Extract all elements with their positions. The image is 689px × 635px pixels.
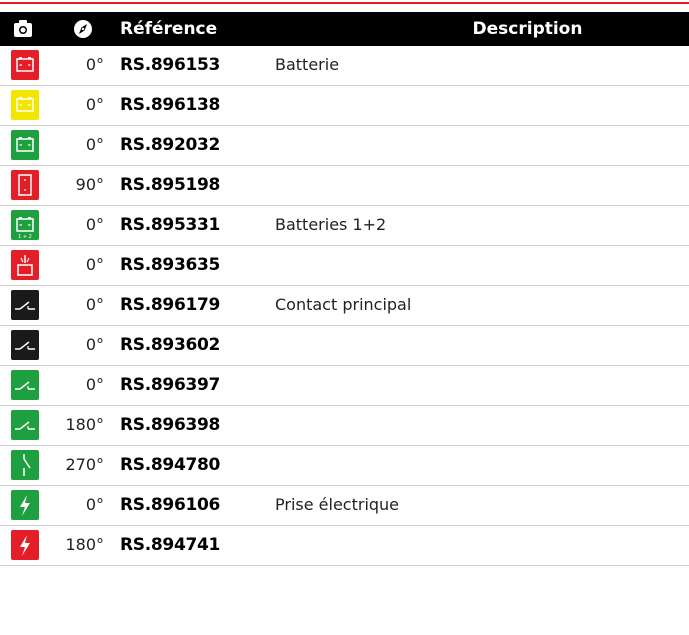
camera-icon: [12, 12, 38, 46]
reference-code: RS.893635: [120, 255, 221, 275]
batteries-switch-icon: [11, 250, 39, 280]
main-switch-vertical-icon: [11, 450, 39, 480]
angle-value: 0°: [85, 95, 104, 114]
table-row: 270° RS.894780: [0, 446, 689, 486]
angle-value: 0°: [85, 495, 104, 514]
angle-value: 180°: [65, 415, 104, 434]
reference-code: RS.896138: [120, 95, 221, 115]
description-text: Batterie: [275, 55, 340, 74]
angle-value: 0°: [85, 295, 104, 314]
table-row: 0° RS.896138: [0, 86, 689, 126]
angle-value: 90°: [75, 175, 104, 194]
reference-code: RS.893602: [120, 335, 221, 355]
reference-header: Référence: [120, 19, 218, 39]
table-row: 0° RS.896106 Prise électrique: [0, 486, 689, 526]
description-text: Contact principal: [275, 295, 412, 314]
table-row: 0° RS.892032: [0, 126, 689, 166]
angle-value: 0°: [85, 215, 104, 234]
power-plug-icon: [11, 530, 39, 560]
table-row: 0° RS.893635: [0, 246, 689, 286]
table-row: 0° RS.893602: [0, 326, 689, 366]
reference-code: RS.895198: [120, 175, 221, 195]
angle-value: 0°: [85, 335, 104, 354]
main-switch-icon: [11, 370, 39, 400]
svg-text:1 + 2: 1 + 2: [18, 234, 32, 240]
reference-code: RS.894780: [120, 455, 221, 475]
angle-value: 0°: [85, 375, 104, 394]
power-plug-icon: [11, 490, 39, 520]
reference-code: RS.896179: [120, 295, 221, 315]
table-row: 0° RS.896179 Contact principal: [0, 286, 689, 326]
description-text: Batteries 1+2: [275, 215, 387, 234]
description-header: Description: [472, 19, 583, 39]
table-row: 0° RS.896397: [0, 366, 689, 406]
main-switch-icon: [11, 410, 39, 440]
reference-code: RS.894741: [120, 535, 221, 555]
battery-icon: [11, 130, 39, 160]
battery-icon: [11, 50, 39, 80]
compass-icon: [72, 12, 98, 46]
top-accent-line: [0, 2, 689, 4]
table-row: 90° RS.895198: [0, 166, 689, 206]
angle-value: 180°: [65, 535, 104, 554]
table-header: Référence Description: [0, 12, 689, 46]
main-switch-icon: [11, 330, 39, 360]
description-text: Prise électrique: [275, 495, 400, 514]
battery-icon: [11, 90, 39, 120]
table-row: 0° RS.896153 Batterie: [0, 46, 689, 86]
table-row: 180° RS.896398: [0, 406, 689, 446]
angle-value: 270°: [65, 455, 104, 474]
main-switch-icon: [11, 290, 39, 320]
reference-code: RS.896106: [120, 495, 221, 515]
reference-code: RS.895331: [120, 215, 221, 235]
angle-value: 0°: [85, 135, 104, 154]
angle-value: 0°: [85, 55, 104, 74]
angle-value: 0°: [85, 255, 104, 274]
reference-code: RS.892032: [120, 135, 221, 155]
reference-code: RS.896397: [120, 375, 221, 395]
reference-list: 0° RS.896153 Batterie 0° RS.896138 0° RS.892…: [0, 46, 689, 566]
reference-code: RS.896153: [120, 55, 221, 75]
table-row: 180° RS.894741: [0, 526, 689, 566]
batteries-icon: 1 + 2: [11, 210, 39, 240]
table-row: 1 + 2 0° RS.895331 Batteries 1+2: [0, 206, 689, 246]
reference-code: RS.896398: [120, 415, 221, 435]
battery-vertical-icon: [11, 170, 39, 200]
